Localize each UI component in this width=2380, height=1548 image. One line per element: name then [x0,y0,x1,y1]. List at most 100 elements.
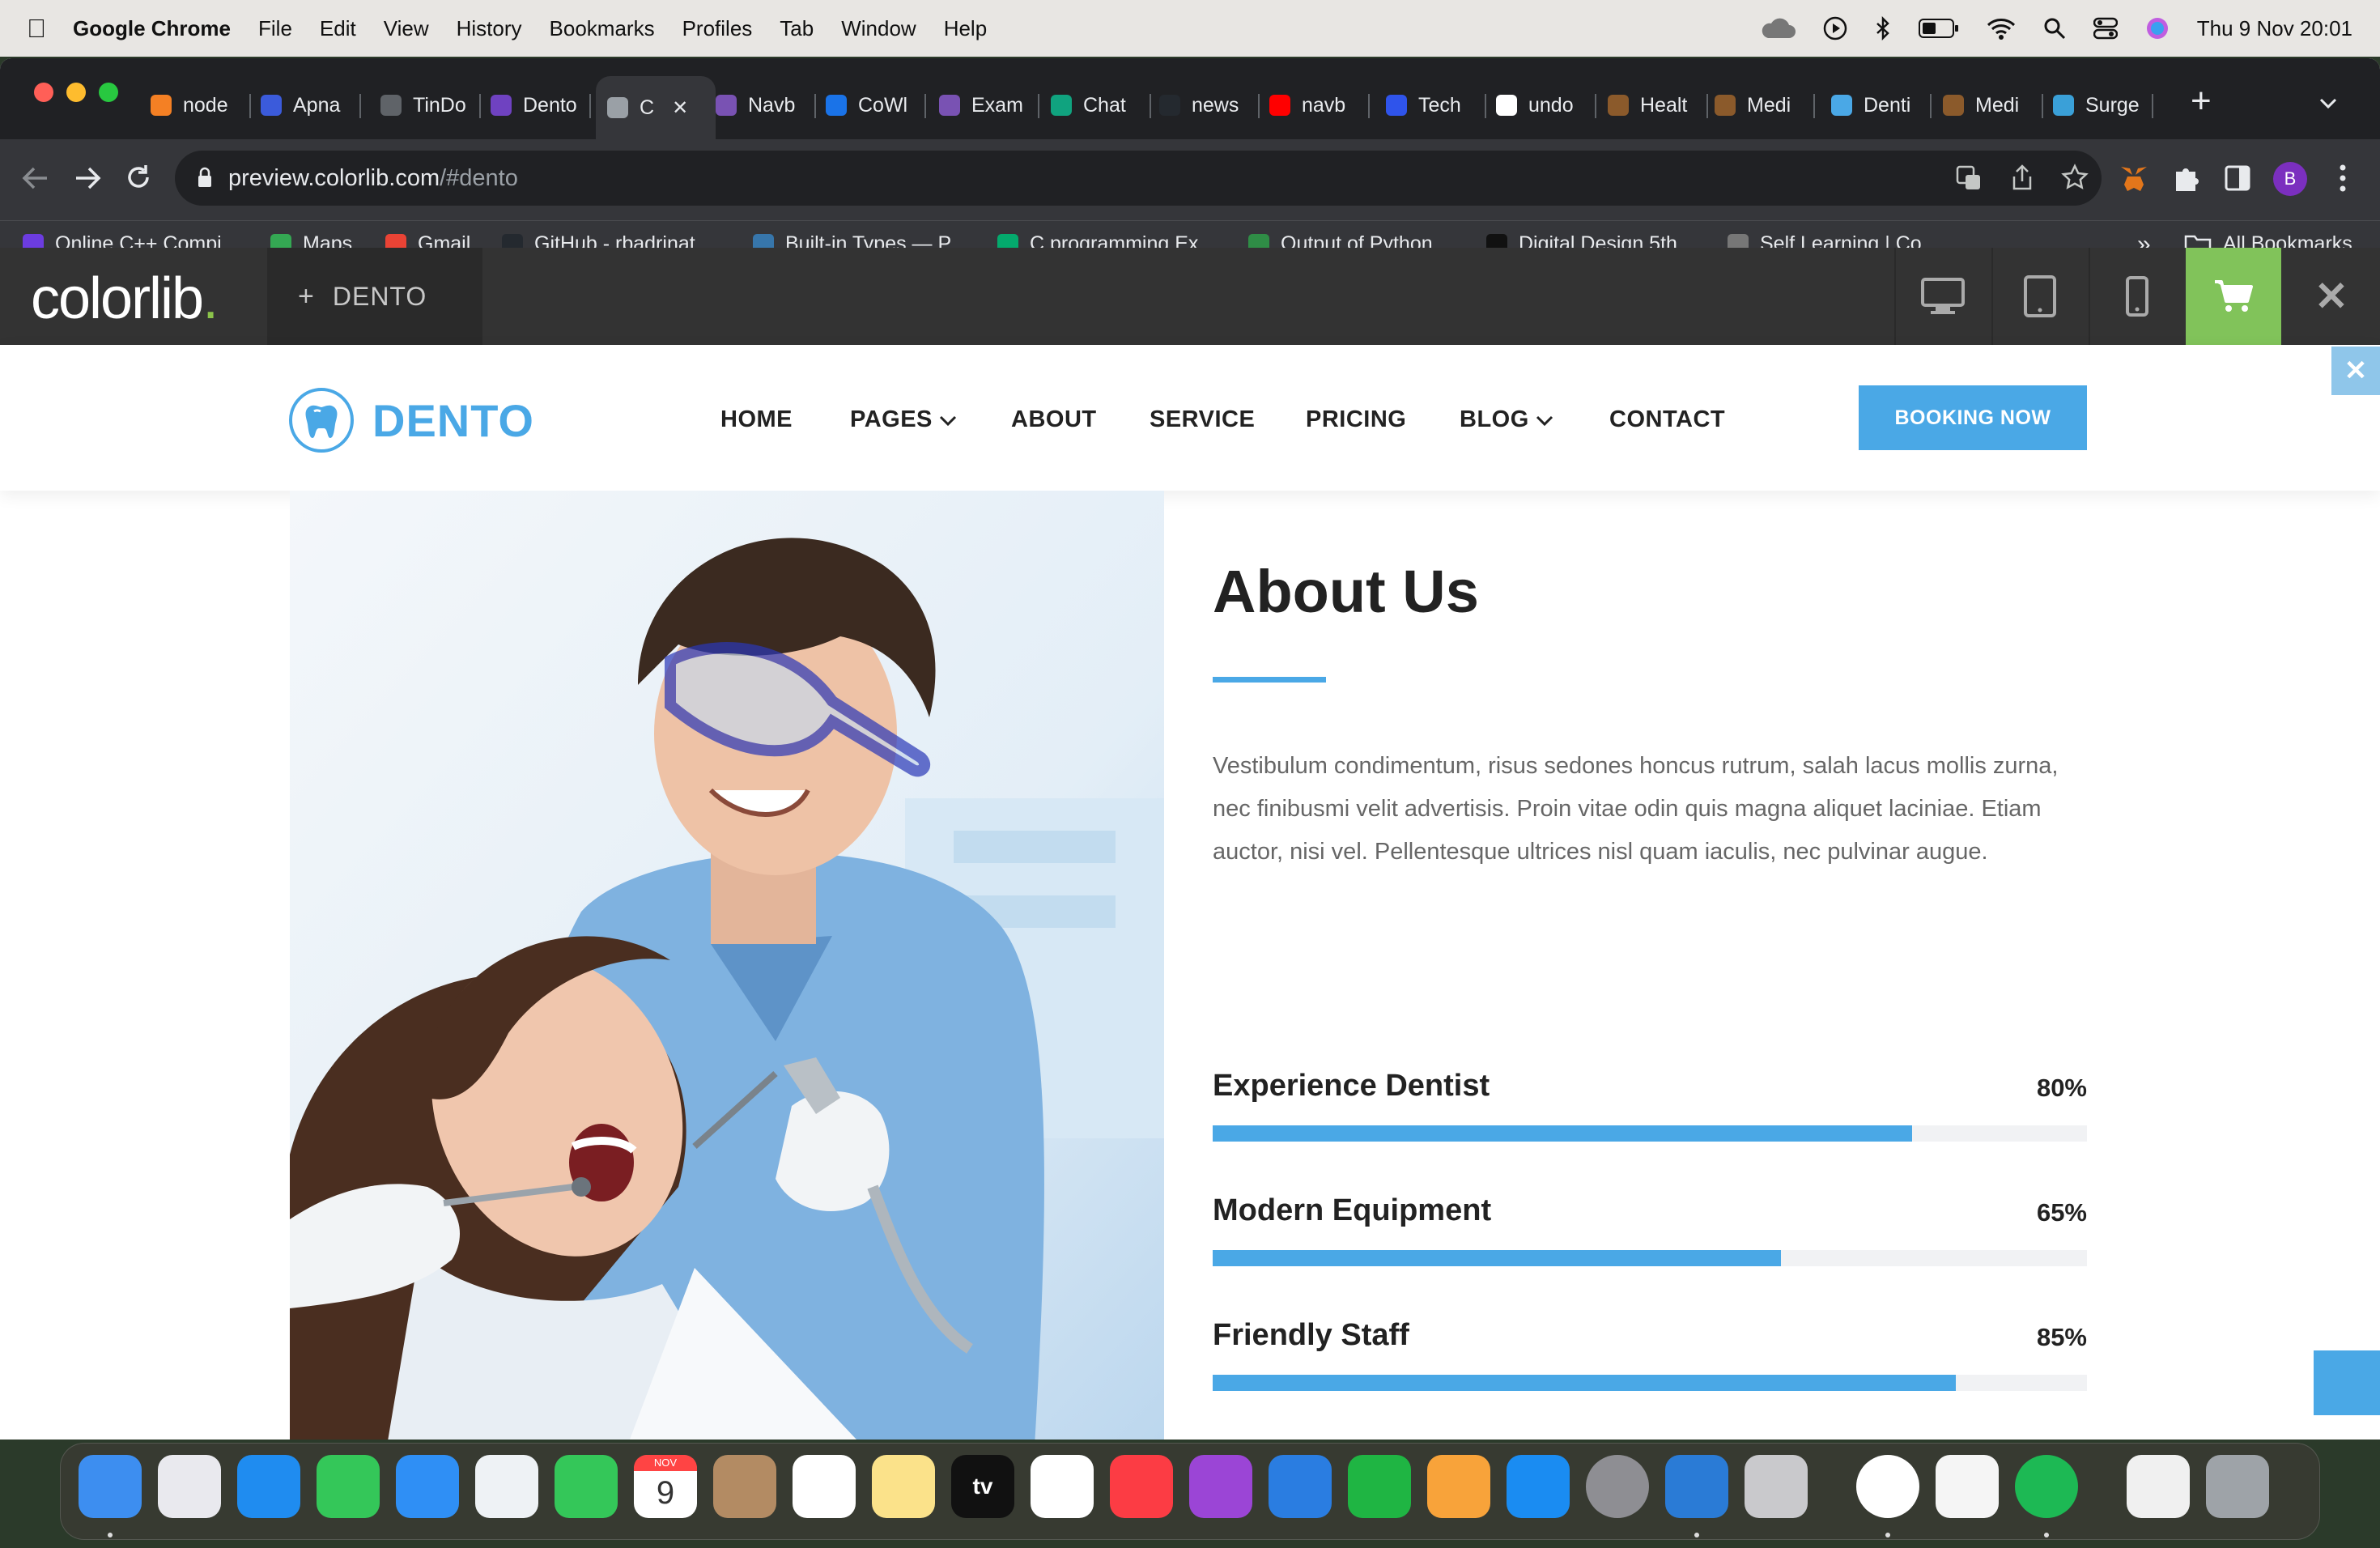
menu-file[interactable]: File [258,16,292,41]
tab[interactable]: Surge [2053,81,2153,130]
wifi-icon[interactable] [1987,17,2016,40]
pages-icon[interactable] [1427,1455,1490,1518]
contacts-icon[interactable] [713,1455,776,1518]
tab[interactable]: Apna [261,81,361,130]
colorlib-logo[interactable]: colorlib. [31,266,219,332]
new-tab-button[interactable]: + [2191,81,2212,121]
tab[interactable]: Chat [1051,81,1151,130]
launchpad-icon[interactable] [158,1455,221,1518]
trash-icon[interactable] [2206,1455,2269,1518]
textedit-icon[interactable] [1936,1455,1999,1518]
share-icon[interactable] [2011,164,2034,191]
forward-icon[interactable] [73,165,102,191]
notes-icon[interactable] [872,1455,935,1518]
maximize-window-button[interactable] [99,83,118,102]
reminders-icon[interactable] [793,1455,856,1518]
apple-icon[interactable]:  [0,14,73,44]
nav-about[interactable]: ABOUT [1011,406,1097,433]
mobile-view-button[interactable] [2089,248,2184,345]
keynote-icon[interactable] [1269,1455,1332,1518]
tab[interactable]: Medi [1715,81,1815,130]
numbers-icon[interactable] [1348,1455,1411,1518]
menu-profiles[interactable]: Profiles [682,16,753,41]
translate-icon[interactable] [1956,165,1982,191]
menu-app-name[interactable]: Google Chrome [73,16,231,41]
close-overlay-icon[interactable]: ✕ [2331,347,2380,395]
mail-icon[interactable] [396,1455,459,1518]
metamask-extension-icon[interactable] [2118,162,2150,194]
tab[interactable]: undo [1496,81,1596,130]
music-icon[interactable] [1110,1455,1173,1518]
bluetooth-icon[interactable] [1875,16,1891,40]
tab[interactable]: node [151,81,251,130]
messages-icon[interactable] [317,1455,380,1518]
tab[interactable]: Medi [1943,81,2043,130]
tab-active[interactable]: C ✕ [596,76,716,139]
profile-avatar[interactable]: B [2273,162,2307,196]
tab[interactable]: Exam [939,81,1039,130]
nav-contact[interactable]: CONTACT [1609,406,1725,433]
vscode-icon[interactable] [1665,1455,1728,1518]
control-center-icon[interactable] [2093,17,2118,40]
site-logo[interactable]: DENTO [288,387,534,453]
close-tab-icon[interactable]: ✕ [672,96,688,120]
nav-pricing[interactable]: PRICING [1306,406,1406,433]
nav-pages[interactable]: PAGES [850,406,957,433]
side-panel-icon[interactable] [2225,165,2250,191]
facetime-icon[interactable] [555,1455,618,1518]
menu-window[interactable]: Window [841,16,916,41]
nav-blog[interactable]: BLOG [1460,406,1553,433]
spotlight-search-icon[interactable] [2043,17,2066,40]
nav-service[interactable]: SERVICE [1150,406,1255,433]
calendar-icon[interactable]: NOV 9 [634,1455,697,1518]
tab[interactable]: navb [1269,81,1370,130]
tab[interactable]: news [1159,81,1260,130]
address-bar[interactable]: preview.colorlib.com/#dento [175,151,2102,206]
safari-icon[interactable] [237,1455,300,1518]
photos-icon[interactable] [1031,1455,1094,1518]
file-icon[interactable] [2127,1455,2190,1518]
menu-help[interactable]: Help [944,16,987,41]
tablet-view-button[interactable] [1991,248,2087,345]
menu-bookmarks[interactable]: Bookmarks [550,16,655,41]
menu-tab[interactable]: Tab [780,16,814,41]
podcasts-icon[interactable] [1189,1455,1252,1518]
settings-icon[interactable] [1586,1455,1649,1518]
clock[interactable]: Thu 9 Nov 20:01 [2197,16,2352,41]
tab[interactable]: CoWl [826,81,926,130]
tab[interactable]: Denti [1831,81,1932,130]
bookmark-star-icon[interactable] [2061,164,2089,191]
maps-icon[interactable] [475,1455,538,1518]
reload-icon[interactable] [125,164,152,191]
tab[interactable]: Dento [491,81,591,130]
tab[interactable]: Healt [1608,81,1708,130]
preview-icon[interactable] [1745,1455,1808,1518]
tab[interactable]: Navb [716,81,816,130]
cloud-icon[interactable] [1760,17,1796,40]
back-icon[interactable] [21,165,50,191]
booking-now-button[interactable]: BOOKING NOW [1859,385,2087,450]
chrome-icon[interactable] [1856,1455,1919,1518]
finder-icon[interactable] [79,1455,142,1518]
menu-history[interactable]: History [457,16,522,41]
appstore-icon[interactable] [1507,1455,1570,1518]
nav-home[interactable]: HOME [720,406,793,433]
play-icon[interactable] [1823,16,1847,40]
tv-icon[interactable]: tv [951,1455,1014,1518]
chrome-menu-icon[interactable] [2338,164,2348,193]
extensions-puzzle-icon[interactable] [2173,164,2200,193]
minimize-window-button[interactable] [66,83,86,102]
battery-icon[interactable] [1918,18,1959,39]
spotify-icon[interactable] [2015,1455,2078,1518]
lock-icon[interactable] [198,167,212,188]
siri-icon[interactable] [2145,16,2170,40]
floating-side-tab[interactable] [2314,1350,2380,1415]
theme-switcher[interactable]: + DENTO [267,248,482,345]
tab[interactable]: TinDo [380,81,481,130]
desktop-view-button[interactable] [1894,248,1990,345]
tab-search-icon[interactable] [2318,97,2338,110]
close-preview-button[interactable]: ✕ [2283,248,2380,345]
menu-edit[interactable]: Edit [320,16,356,41]
menu-view[interactable]: View [384,16,429,41]
tab[interactable]: Tech [1386,81,1486,130]
